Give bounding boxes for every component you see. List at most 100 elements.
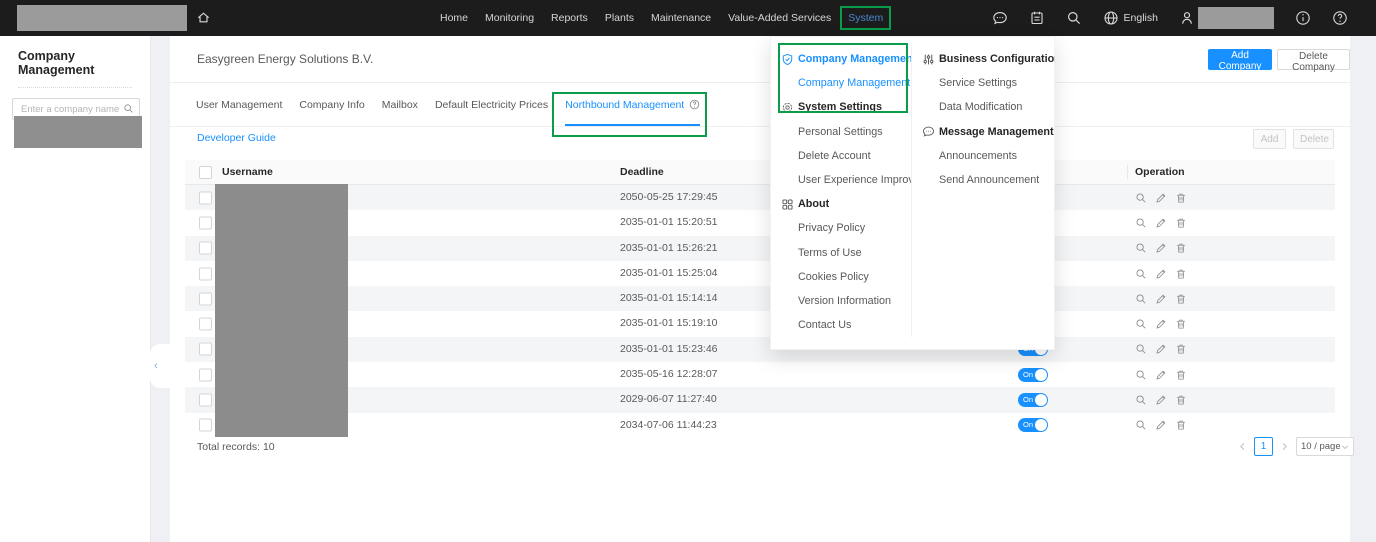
system-menu-item[interactable]: Version Information bbox=[771, 289, 911, 313]
system-menu-item[interactable]: Terms of Use bbox=[771, 241, 911, 265]
delete-icon[interactable] bbox=[1175, 217, 1187, 229]
menu-item-icon bbox=[781, 174, 798, 187]
user-account[interactable] bbox=[1179, 7, 1274, 29]
delete-icon[interactable] bbox=[1175, 268, 1187, 280]
delete-company-button[interactable]: Delete Company bbox=[1277, 49, 1350, 73]
home-icon[interactable] bbox=[196, 10, 211, 25]
system-menu-item[interactable]: Message Management bbox=[912, 120, 1055, 144]
select-all-checkbox[interactable] bbox=[199, 166, 212, 179]
add-company-button[interactable]: Add Company bbox=[1208, 49, 1272, 72]
search-icon[interactable] bbox=[1066, 10, 1082, 26]
view-icon[interactable] bbox=[1135, 192, 1147, 204]
nav-item[interactable]: Value-Added Services bbox=[728, 12, 831, 24]
edit-icon[interactable] bbox=[1155, 419, 1167, 431]
edit-icon[interactable] bbox=[1155, 268, 1167, 280]
edit-icon[interactable] bbox=[1155, 369, 1167, 381]
menu-item-icon bbox=[781, 77, 798, 90]
edit-icon[interactable] bbox=[1155, 343, 1167, 355]
system-dropdown-menu: Company Management Company Management Sy… bbox=[770, 36, 1055, 351]
row-checkbox[interactable] bbox=[199, 342, 212, 356]
view-icon[interactable] bbox=[1135, 394, 1147, 406]
row-checkbox[interactable] bbox=[199, 241, 212, 255]
tab[interactable]: Northbound Management bbox=[552, 83, 708, 137]
system-menu-item[interactable]: Company Management bbox=[771, 71, 911, 95]
view-icon[interactable] bbox=[1135, 419, 1147, 431]
edit-icon[interactable] bbox=[1155, 293, 1167, 305]
delete-button[interactable]: Delete bbox=[1293, 129, 1334, 149]
system-menu-item[interactable]: Announcements bbox=[912, 144, 1055, 168]
delete-icon[interactable] bbox=[1175, 192, 1187, 204]
system-menu-item[interactable]: Cookies Policy bbox=[771, 265, 911, 289]
system-menu-item[interactable]: System Settings bbox=[771, 95, 911, 119]
schedule-icon[interactable] bbox=[1029, 10, 1045, 26]
status-toggle[interactable]: On bbox=[1018, 367, 1048, 382]
view-icon[interactable] bbox=[1135, 369, 1147, 381]
company-name-redacted[interactable] bbox=[14, 116, 142, 148]
edit-icon[interactable] bbox=[1155, 394, 1167, 406]
delete-icon[interactable] bbox=[1175, 242, 1187, 254]
nav-item[interactable]: Reports bbox=[551, 12, 588, 24]
row-checkbox[interactable] bbox=[199, 418, 212, 432]
row-checkbox[interactable] bbox=[199, 317, 212, 331]
tab[interactable]: Company Info bbox=[299, 83, 364, 126]
page-size-select[interactable]: 10 / page bbox=[1296, 437, 1354, 456]
delete-icon[interactable] bbox=[1175, 293, 1187, 305]
system-menu-item[interactable]: Delete Account bbox=[771, 144, 911, 168]
row-checkbox[interactable] bbox=[199, 191, 212, 205]
view-icon[interactable] bbox=[1135, 217, 1147, 229]
view-icon[interactable] bbox=[1135, 343, 1147, 355]
system-menu-item[interactable]: About bbox=[771, 192, 911, 216]
language-switcher[interactable]: English bbox=[1103, 10, 1158, 26]
message-icon[interactable] bbox=[992, 10, 1008, 26]
edit-icon[interactable] bbox=[1155, 318, 1167, 330]
help-circle-icon[interactable] bbox=[689, 99, 700, 110]
system-menu-item[interactable]: Contact Us bbox=[771, 313, 911, 337]
edit-icon[interactable] bbox=[1155, 217, 1167, 229]
row-checkbox[interactable] bbox=[199, 292, 212, 306]
sidebar-collapse-handle[interactable]: ‹ bbox=[150, 344, 170, 388]
help-icon[interactable] bbox=[1332, 10, 1348, 26]
page-number[interactable]: 1 bbox=[1254, 437, 1273, 456]
view-icon[interactable] bbox=[1135, 318, 1147, 330]
nav-item[interactable]: Home bbox=[440, 12, 468, 24]
system-menu-item[interactable]: Service Settings bbox=[912, 71, 1055, 95]
row-checkbox[interactable] bbox=[199, 216, 212, 230]
delete-icon[interactable] bbox=[1175, 343, 1187, 355]
system-menu-item[interactable]: Privacy Policy bbox=[771, 216, 911, 240]
nav-item[interactable]: Monitoring bbox=[485, 12, 534, 24]
status-toggle[interactable]: On bbox=[1018, 418, 1048, 433]
table-row: 2034-07-06 11:44:23 On bbox=[185, 413, 1335, 438]
tab[interactable]: Default Electricity Prices bbox=[435, 83, 548, 126]
system-menu-item[interactable]: Personal Settings bbox=[771, 120, 911, 144]
row-checkbox[interactable] bbox=[199, 368, 212, 382]
delete-icon[interactable] bbox=[1175, 419, 1187, 431]
edit-icon[interactable] bbox=[1155, 192, 1167, 204]
system-menu-item[interactable]: User Experience Improv... bbox=[771, 168, 911, 192]
delete-icon[interactable] bbox=[1175, 318, 1187, 330]
next-page-icon[interactable] bbox=[1280, 442, 1289, 451]
developer-guide-link[interactable]: Developer Guide bbox=[197, 132, 276, 144]
delete-icon[interactable] bbox=[1175, 369, 1187, 381]
system-menu-item[interactable]: Company Management bbox=[771, 47, 911, 71]
view-icon[interactable] bbox=[1135, 268, 1147, 280]
view-icon[interactable] bbox=[1135, 293, 1147, 305]
view-icon[interactable] bbox=[1135, 242, 1147, 254]
system-menu-item[interactable]: Business Configuration bbox=[912, 47, 1055, 71]
info-icon[interactable] bbox=[1295, 10, 1311, 26]
column-deadline: Deadline bbox=[620, 166, 664, 178]
system-menu-item[interactable]: Send Announcement bbox=[912, 168, 1055, 192]
tab[interactable]: Mailbox bbox=[382, 83, 418, 126]
search-icon[interactable] bbox=[123, 103, 134, 114]
prev-page-icon[interactable] bbox=[1238, 442, 1247, 451]
nav-item[interactable]: Plants bbox=[605, 12, 634, 24]
edit-icon[interactable] bbox=[1155, 242, 1167, 254]
system-menu-item[interactable]: Data Modification bbox=[912, 95, 1055, 119]
status-toggle[interactable]: On bbox=[1018, 393, 1048, 408]
row-checkbox[interactable] bbox=[199, 393, 212, 407]
delete-icon[interactable] bbox=[1175, 394, 1187, 406]
add-button[interactable]: Add bbox=[1253, 129, 1286, 149]
tab[interactable]: User Management bbox=[196, 83, 282, 126]
row-checkbox[interactable] bbox=[199, 267, 212, 281]
nav-item[interactable]: Maintenance bbox=[651, 12, 711, 24]
nav-item[interactable]: System bbox=[840, 6, 892, 30]
